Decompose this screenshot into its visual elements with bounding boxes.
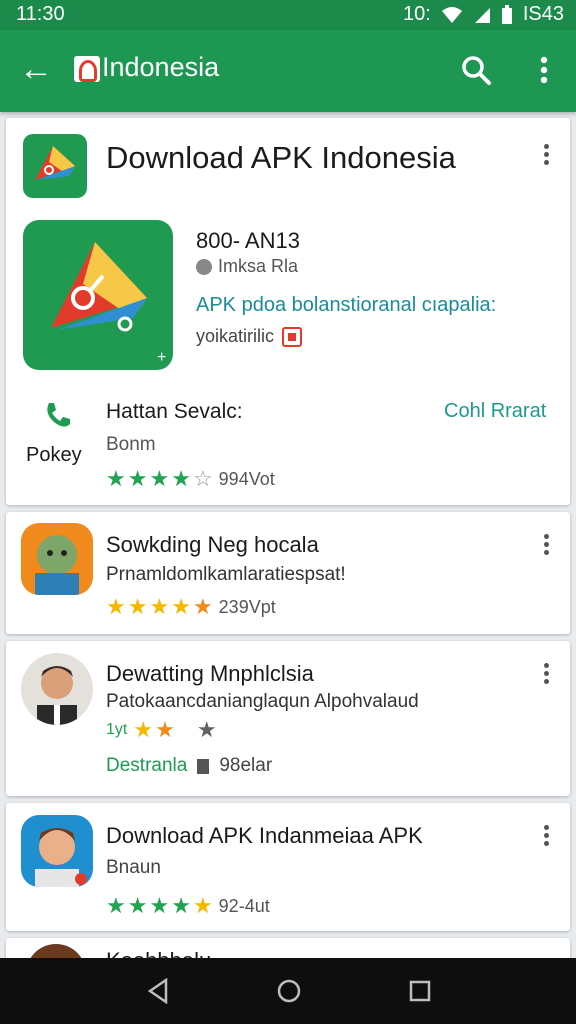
status-signal-text: 10: <box>403 3 431 25</box>
app-icon-small <box>23 134 87 198</box>
status-time: 11:30 <box>16 3 65 25</box>
search-icon[interactable] <box>458 52 494 88</box>
avatar-zombie-icon <box>21 523 93 595</box>
cell-signal-icon <box>474 7 490 23</box>
app4-subtitle: Bnaun <box>106 857 161 878</box>
phone-icon[interactable] <box>42 400 72 430</box>
file-icon <box>197 758 210 774</box>
star-icon: ★ <box>149 594 170 619</box>
publisher-icon <box>196 258 212 275</box>
battery-icon <box>501 4 512 24</box>
star-empty-icon: ☆ <box>192 466 213 491</box>
star-icon: ★ <box>106 893 126 918</box>
app2-subtitle: Prnamldomlkamlaratiespsat! <box>106 564 346 585</box>
app2-rating-row: ★ ★ ★ ★ ★ 239Vpt <box>106 596 276 618</box>
rating-row: ★ ★ ★ ★ ☆ 994Vot <box>106 468 275 490</box>
status-bar: 11:30 10: IS43 <box>0 0 576 30</box>
avatar-boy-icon <box>21 815 93 887</box>
status-icons: 10: IS43 <box>403 3 564 26</box>
star-icon: ★ <box>127 466 148 491</box>
app2-rating-count: 239Vpt <box>218 596 276 617</box>
app3-rating-row: 1yt ★ ★ ★ <box>106 719 217 741</box>
app-icon-large: + <box>23 220 173 370</box>
star-icon: ★ <box>196 717 217 742</box>
app-card-2[interactable]: Sowkding Neg hocala Prnamldomlkamlaratie… <box>6 512 570 634</box>
app3-subtitle: Patokaancdanianglaqun Alpohvalaud <box>106 691 419 712</box>
indonesia-logo-icon <box>74 56 100 82</box>
wifi-icon <box>441 6 462 23</box>
app3-rating-prefix: 1yt <box>106 721 128 738</box>
card-overflow-icon[interactable] <box>536 663 556 687</box>
call-sub: Bonm <box>106 434 156 455</box>
star-icon: ★ <box>155 717 175 742</box>
app-description-2: yoikatirilic <box>196 326 275 346</box>
star-icon: ★ <box>127 893 148 918</box>
back-arrow-icon[interactable]: ← <box>18 52 54 88</box>
call-action-link[interactable]: Cohl Rrarat <box>444 400 546 423</box>
overflow-menu-icon[interactable] <box>530 52 558 88</box>
app2-title: Sowkding Neg hocala <box>106 532 319 557</box>
call-label: Hattan Sevalc: <box>106 400 243 423</box>
app4-title: Download APK Indanmeiaa APK <box>106 823 423 848</box>
star-icon: ★ <box>171 893 191 918</box>
star-icon: ★ <box>149 466 170 491</box>
star-icon: ★ <box>133 717 154 742</box>
star-icon: ★ <box>127 594 148 619</box>
app-toolbar: ← Indonesia <box>0 30 576 112</box>
card-overflow-icon[interactable] <box>536 825 556 849</box>
battery-text: IS43 <box>522 3 564 25</box>
rating-count: 994Vot <box>218 468 275 489</box>
publisher-row: Imksa Rla <box>196 256 298 277</box>
home-nav-icon[interactable] <box>276 978 302 1004</box>
phone-caption: Pokey <box>26 444 82 466</box>
app4-rating-row: ★ ★ ★ ★ ★ 92-4ut <box>106 895 270 917</box>
star-icon: ★ <box>106 594 126 619</box>
app3-tags-row: Destranla 98elar <box>106 755 272 777</box>
publisher-name: Imksa Rla <box>218 256 299 276</box>
avatar-man-icon <box>21 653 93 725</box>
card-overflow-icon[interactable] <box>536 144 556 168</box>
star-icon: ★ <box>192 893 213 918</box>
system-nav-bar <box>0 958 576 1024</box>
star-icon: ★ <box>192 594 213 619</box>
app3-tag-2: 98elar <box>219 755 273 776</box>
app3-title: Dewatting Mnphlclsia <box>106 661 314 686</box>
app-title: Download APK Indonesia <box>106 140 456 175</box>
card-overflow-icon[interactable] <box>536 534 556 558</box>
app-description-1: APK pdoa bolanstioranal cıapalia: <box>196 294 497 316</box>
toolbar-title: Indonesia <box>102 52 220 82</box>
star-icon: ★ <box>149 893 170 918</box>
app-version: 800- AN13 <box>196 228 300 253</box>
app-card-3[interactable]: Dewatting Mnphlclsia Patokaancdanianglaq… <box>6 641 570 796</box>
svg-text:+: + <box>157 349 166 366</box>
app-badge-icon <box>282 326 303 347</box>
back-nav-icon[interactable] <box>146 978 170 1004</box>
star-icon: ★ <box>106 466 126 491</box>
main-app-card[interactable]: Download APK Indonesia + 800- AN13 Imksa… <box>6 118 570 505</box>
star-icon: ★ <box>171 594 191 619</box>
app4-rating-count: 92-4ut <box>218 895 270 916</box>
recents-nav-icon[interactable] <box>408 979 432 1003</box>
app3-tag-1[interactable]: Destranla <box>106 755 187 777</box>
app-description-2-row: yoikatirilic <box>196 326 303 347</box>
star-icon: ★ <box>171 466 191 491</box>
app-card-4[interactable]: Download APK Indanmeiaa APK Bnaun ★ ★ ★ … <box>6 803 570 931</box>
